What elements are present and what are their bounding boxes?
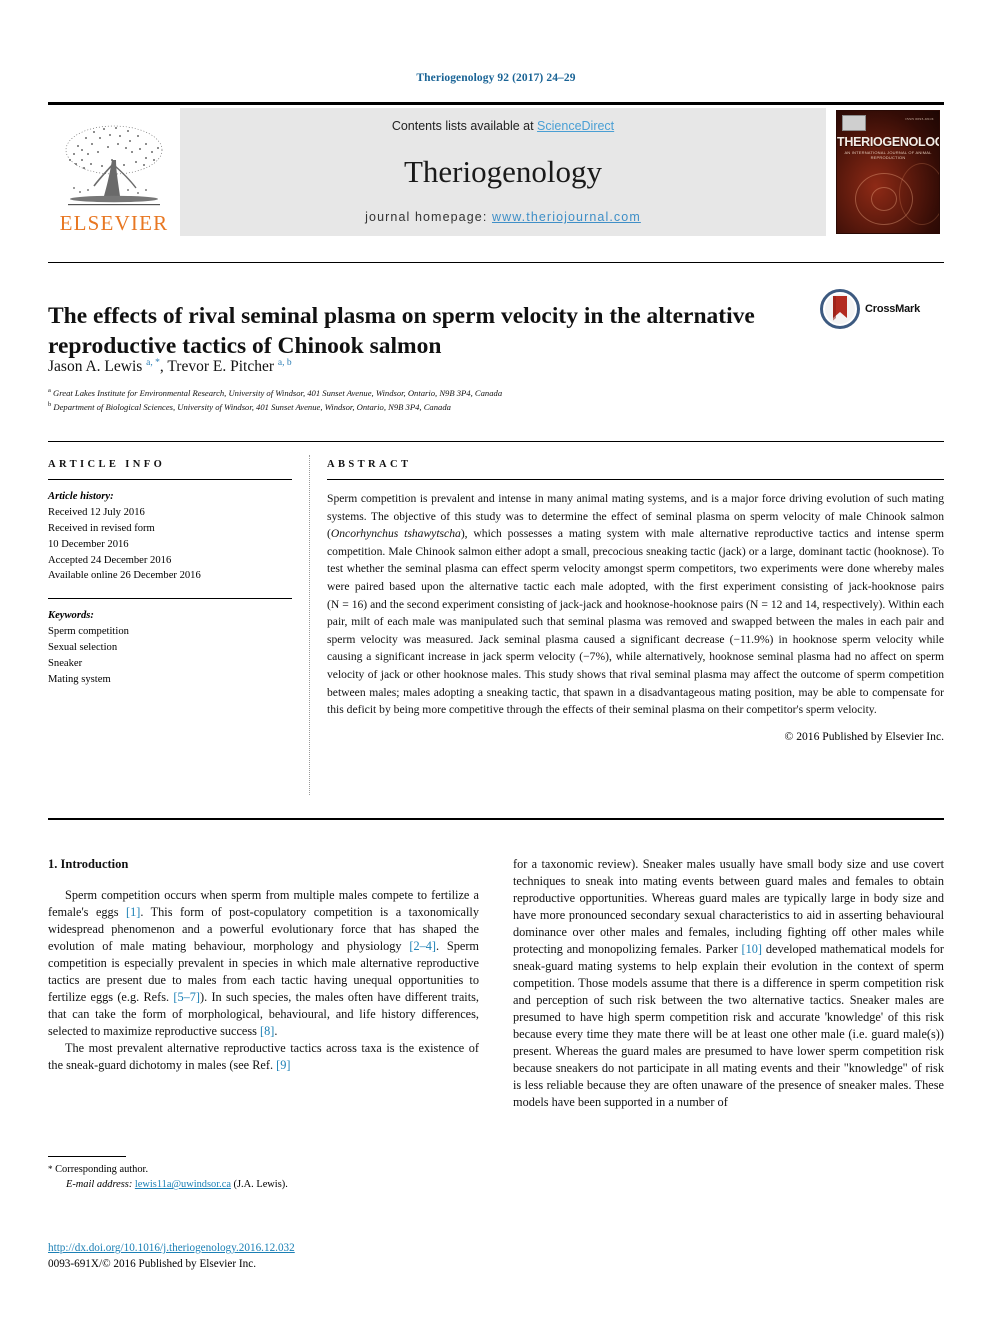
abstract-column: ABSTRACT Sperm competition is prevalent … (327, 459, 944, 743)
abstract-top-divider (48, 441, 944, 442)
section-heading-introduction: 1. Introduction (48, 857, 129, 871)
email-note: E-mail address: lewis11a@uwindsor.ca (J.… (48, 1177, 479, 1192)
journal-masthead: ELSEVIER Contents lists available at Sci… (48, 102, 944, 236)
contents-available-line: Contents lists available at ScienceDirec… (392, 119, 614, 133)
journal-cover-thumbnail: ISSN 0093-691X THERIOGENOLOGY AN INTERNA… (832, 108, 944, 236)
keyword-item: Sneaker (48, 658, 83, 670)
title-divider (48, 262, 944, 263)
info-abstract-vertical-divider (309, 455, 310, 795)
affiliation-list: a Great Lakes Institute for Environmenta… (48, 386, 848, 414)
affiliation-text-b: Department of Biological Sciences, Unive… (53, 402, 451, 413)
body-paragraph: The most prevalent alternative reproduct… (48, 1040, 479, 1072)
elsevier-tree-icon (65, 125, 163, 206)
cover-subtitle: AN INTERNATIONAL JOURNAL OF ANIMAL REPRO… (844, 150, 932, 160)
history-item: Available online 26 December 2016 (48, 570, 201, 582)
abstract-text: Sperm competition is prevalent and inten… (327, 492, 945, 717)
page-title: The effects of rival seminal plasma on s… (48, 302, 755, 360)
cover-elsevier-mark-icon (842, 115, 866, 131)
affiliation-text-a: Great Lakes Institute for Environmental … (53, 387, 503, 398)
running-head: Theriogenology 92 (2017) 24–29 (416, 72, 576, 84)
asterisk-icon: * (48, 1164, 53, 1174)
keyword-item: Sperm competition (48, 626, 129, 638)
email-link[interactable]: lewis11a@uwindsor.ca (135, 1179, 231, 1190)
crossmark-label: CrossMark (865, 303, 921, 315)
keywords-rule (48, 598, 292, 600)
abstract-rule (327, 479, 944, 480)
affiliation-a: a Great Lakes Institute for Environmenta… (48, 386, 848, 400)
cover-cell-secondary-icon (899, 163, 939, 225)
issn-copyright-line: 0093-691X/© 2016 Published by Elsevier I… (48, 1258, 256, 1271)
crossmark-icon (820, 289, 860, 329)
article-info-rule (48, 479, 292, 480)
cover-issn: ISSN 0093-691X (905, 117, 934, 121)
body-paragraph: Sperm competition occurs when sperm from… (48, 888, 479, 1038)
history-item: Accepted 24 December 2016 (48, 554, 172, 566)
affiliation-marker-b: b (48, 401, 52, 409)
cover-nucleus-icon (871, 187, 897, 211)
doi-block: http://dx.doi.org/10.1016/j.theriogenolo… (48, 1240, 508, 1272)
crossmark-badge[interactable]: CrossMark (820, 288, 928, 330)
elsevier-logo: ELSEVIER (48, 108, 180, 236)
journal-homepage-line: journal homepage: www.theriojournal.com (365, 210, 641, 224)
abstract-bottom-divider (48, 818, 944, 820)
corresponding-author-label: Corresponding author. (55, 1164, 149, 1175)
history-item: Received in revised form (48, 522, 155, 534)
journal-homepage-link[interactable]: www.theriojournal.com (492, 210, 641, 224)
email-label: E-mail address: (66, 1179, 133, 1191)
journal-title: Theriogenology (403, 154, 602, 189)
paper-page: Theriogenology 92 (2017) 24–29 ELSEVIER … (0, 0, 992, 1323)
abstract-heading: ABSTRACT (327, 459, 412, 470)
doi-link[interactable]: http://dx.doi.org/10.1016/j.theriogenolo… (48, 1242, 295, 1254)
footnote-block: * Corresponding author. E-mail address: … (48, 1156, 479, 1192)
article-history-group: Article history: Received 12 July 2016 R… (48, 489, 292, 584)
body-paragraph: for a taxonomic review). Sneaker males u… (513, 857, 944, 1109)
masthead-center: Contents lists available at ScienceDirec… (180, 108, 826, 236)
elsevier-wordmark: ELSEVIER (59, 211, 169, 235)
footnote-rule (48, 1156, 126, 1157)
body-column-right: for a taxonomic review). Sneaker males u… (513, 856, 944, 1111)
keyword-item: Sexual selection (48, 642, 118, 654)
homepage-prefix: journal homepage: (365, 210, 492, 224)
abstract-copyright: © 2016 Published by Elsevier Inc. (784, 729, 944, 743)
body-column-left: 1. Introduction Sperm competition occurs… (48, 856, 479, 1074)
article-info-heading: ARTICLE INFO (48, 459, 166, 470)
contents-prefix: Contents lists available at (391, 119, 538, 133)
affiliation-marker-a: a (48, 387, 51, 394)
article-info-column: ARTICLE INFO Article history: Received 1… (48, 459, 292, 688)
cover-title: THERIOGENOLOGY (837, 135, 939, 149)
author-list: Jason A. Lewis a, *, Trevor E. Pitcher a… (48, 358, 292, 376)
email-owner: (J.A. Lewis). (233, 1179, 288, 1191)
affiliation-b: b Department of Biological Sciences, Uni… (48, 400, 848, 414)
keywords-group: Keywords: Sperm competition Sexual selec… (48, 608, 292, 687)
keyword-item: Mating system (48, 673, 111, 685)
article-history-label: Article history: (48, 491, 114, 502)
keywords-label: Keywords: (48, 610, 94, 622)
sciencedirect-link[interactable]: ScienceDirect (537, 119, 614, 133)
history-item: 10 December 2016 (48, 538, 129, 550)
history-item: Received 12 July 2016 (48, 506, 145, 518)
corresponding-author-note: * Corresponding author. (48, 1162, 479, 1177)
